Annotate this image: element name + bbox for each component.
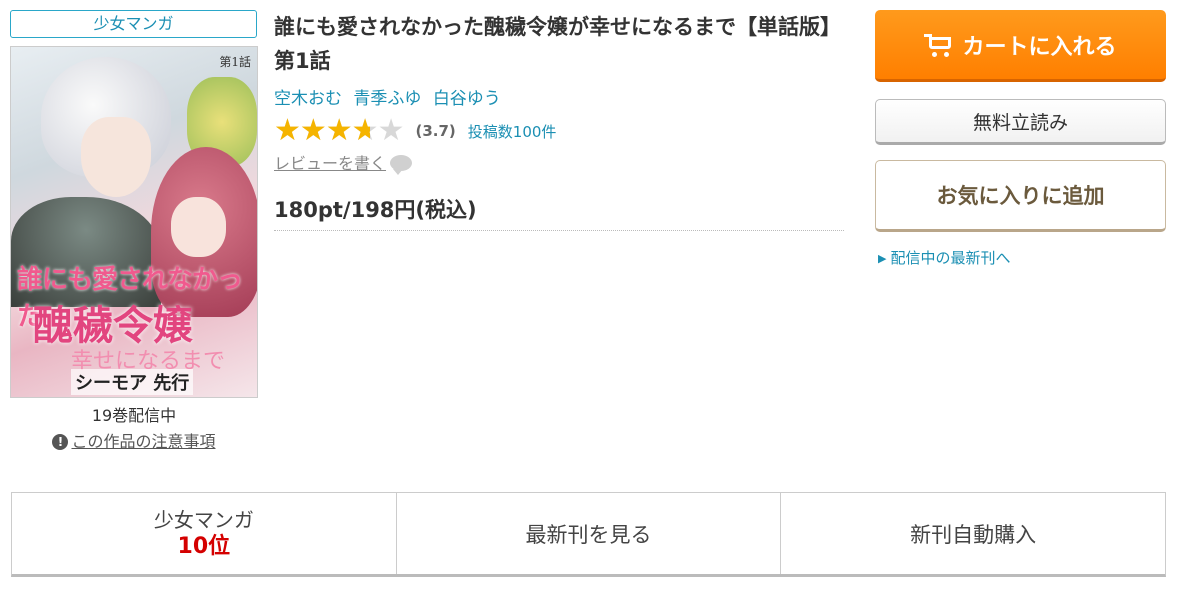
cover-art-woman-face — [171, 197, 226, 257]
ranking-genre: 少女マンガ — [153, 507, 254, 532]
write-review-link[interactable]: レビューを書く — [274, 150, 413, 175]
price: 180pt/198円(税込) — [274, 198, 477, 222]
divider — [274, 230, 844, 231]
author-link[interactable]: 空木おむ — [274, 89, 342, 109]
rating-score: (3.7) — [415, 122, 456, 140]
speech-bubble-icon — [390, 155, 413, 175]
bottom-action-bar: 少女マンガ 10位 最新刊を見る 新刊自動購入 — [11, 492, 1166, 577]
cart-icon — [924, 33, 954, 57]
author-link[interactable]: 白谷ゆう — [433, 89, 501, 109]
view-latest-button[interactable]: 最新刊を見る — [397, 493, 782, 574]
ranking-value: 10位 — [177, 533, 231, 559]
volume-status: 19巻配信中 — [91, 406, 177, 425]
add-to-cart-button[interactable]: カートに入れる — [875, 10, 1166, 82]
ranking-cell[interactable]: 少女マンガ 10位 — [12, 493, 397, 574]
product-title: 誰にも愛されなかった醜穢令嬢が幸せになるまで【単話版】 第1話 — [274, 15, 841, 73]
author-list: 空木おむ 青季ふゆ 白谷ゆう — [274, 84, 507, 109]
author-link[interactable]: 青季ふゆ — [353, 89, 421, 109]
auto-purchase-button[interactable]: 新刊自動購入 — [781, 493, 1165, 574]
triangle-right-icon: ▶ — [878, 252, 887, 265]
add-favorite-button[interactable]: お気に入りに追加 — [875, 160, 1166, 232]
cover-art-man-face — [81, 117, 151, 197]
latest-volume-label: 配信中の最新刊へ — [890, 249, 1011, 267]
exclamation-icon: ! — [52, 434, 69, 450]
notice-row[interactable]: ! この作品の注意事項 — [10, 428, 258, 452]
notice-link[interactable]: この作品の注意事項 — [71, 432, 215, 451]
cover-label: シーモア 先行 — [71, 369, 194, 395]
rating-row: ★★★★★ ★★★★★ (3.7) 投稿数100件 — [274, 116, 556, 146]
star-rating-icon: ★★★★★ ★★★★★ — [274, 113, 404, 148]
genre-tag[interactable]: 少女マンガ — [10, 10, 257, 38]
free-sample-button[interactable]: 無料立読み — [875, 99, 1166, 145]
latest-volume-link[interactable]: ▶ 配信中の最新刊へ — [878, 247, 1010, 268]
add-to-cart-label: カートに入れる — [962, 34, 1117, 60]
cover-episode-mark: 第1話 — [219, 55, 251, 69]
cover-image[interactable]: 第1話 誰にも愛されなかった 醜穢令嬢 幸せになるまで シーモア 先行 — [10, 46, 258, 398]
review-count-link[interactable]: 投稿数100件 — [468, 121, 557, 142]
write-review-label: レビューを書く — [274, 154, 387, 173]
